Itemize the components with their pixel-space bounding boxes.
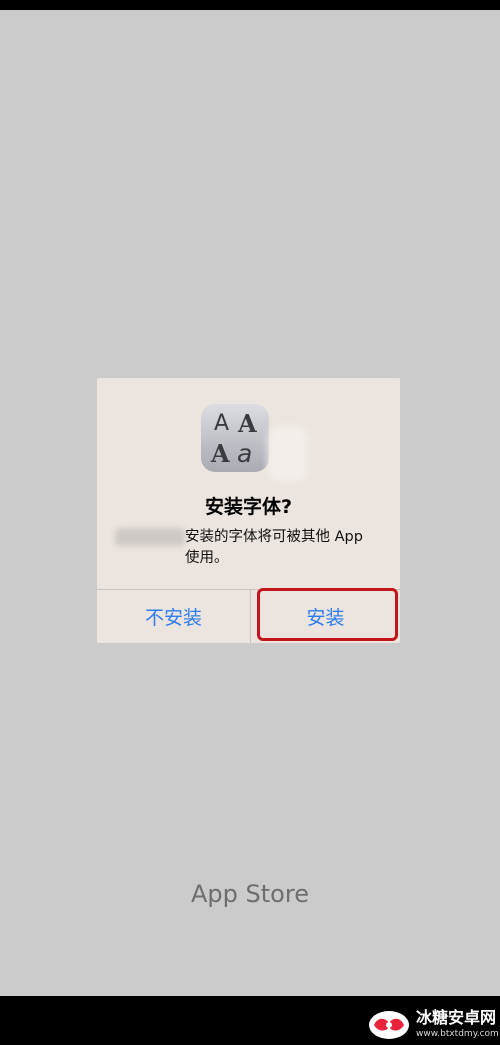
status-bar [0,0,500,10]
dialog-title: 安装字体? [204,496,293,518]
font-glyph: a [237,439,253,468]
dialog-message: 安装的字体将可被其他 App 使用。 [185,529,363,566]
blurred-app-name [115,528,185,546]
font-icon: A A A a [201,404,269,472]
watermark-name: 冰糖安卓网 [416,1008,497,1027]
cancel-button[interactable]: 不安装 [97,590,250,643]
install-font-dialog: A A A a 安装字体? 安装的字体将可被其他 App 使用。 不安装 安装 [97,378,400,643]
font-glyph: A [214,411,230,436]
blurred-icon-overlay [268,426,308,482]
watermark-logo-icon [369,1011,409,1039]
watermark: 冰糖安卓网 www.btxtdmy.com [360,1000,500,1045]
install-button[interactable]: 安装 [251,590,400,643]
font-glyph: A [238,409,257,438]
font-glyph: A [211,439,230,468]
watermark-url: www.btxtdmy.com [416,1029,499,1039]
app-store-label: App Store [191,880,309,908]
